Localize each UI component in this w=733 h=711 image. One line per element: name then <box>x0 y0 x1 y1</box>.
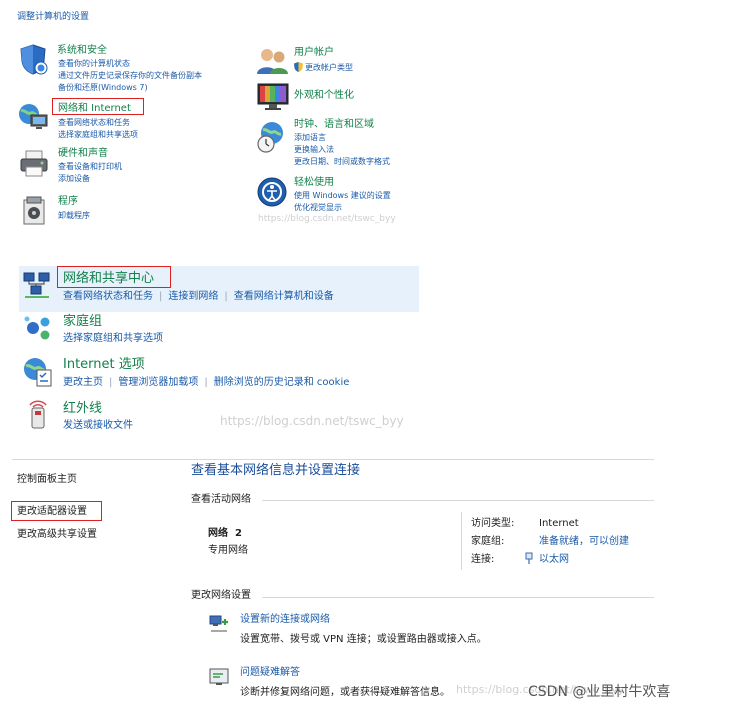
category-clock-language-region[interactable]: 时钟、语言和区域 <box>294 118 374 131</box>
separator: | <box>109 377 113 388</box>
change-settings-rule <box>262 597 654 598</box>
ethernet-icon <box>525 552 533 564</box>
watermark-middle: https://blog.csdn.net/tswc_byy <box>220 414 404 428</box>
sidebar-change-advanced-sharing[interactable]: 更改高级共享设置 <box>17 528 97 541</box>
connection-label: 连接: <box>471 554 495 565</box>
link-uninstall-program[interactable]: 卸载程序 <box>58 210 90 221</box>
item-internet-options[interactable]: Internet 选项 <box>63 357 145 373</box>
separator: | <box>159 291 163 302</box>
link-add-language[interactable]: 添加语言 <box>294 132 326 143</box>
network-globe-icon <box>19 104 48 129</box>
top-title: 调整计算机的设置 <box>17 12 90 22</box>
row-links-infrared: 发送或接收文件 <box>63 419 133 432</box>
link-homegroup-sharing[interactable]: 选择家庭组和共享选项 <box>58 129 138 140</box>
network-details-divider <box>461 512 462 570</box>
change-settings-label: 更改网络设置 <box>191 590 251 601</box>
new-connection-icon <box>209 615 228 632</box>
active-networks-rule <box>262 500 654 501</box>
link-change-date-time-format[interactable]: 更改日期、时间或数字格式 <box>294 156 390 167</box>
programs-icon <box>23 196 45 225</box>
link-devices-printers[interactable]: 查看设备和打印机 <box>58 161 122 172</box>
separator: | <box>204 377 208 388</box>
users-icon <box>257 49 288 74</box>
network-sharing-center-icon <box>23 272 50 298</box>
link-backup-restore[interactable]: 备份和还原(Windows 7) <box>58 82 148 93</box>
monitor-icon <box>257 83 289 110</box>
network-type: 专用网络 <box>208 545 248 556</box>
network-name: 网络 2 <box>208 528 242 539</box>
row-links-internet-options: 更改主页 | 管理浏览器加载项 | 删除浏览的历史记录和 cookie <box>63 376 349 389</box>
shield-icon <box>20 44 48 75</box>
ease-of-access-icon <box>257 177 287 207</box>
page-heading: 查看基本网络信息并设置连接 <box>191 463 361 478</box>
separator: | <box>224 291 228 302</box>
csdn-credit: CSDN @业里村牛欢喜 <box>528 684 671 700</box>
link-view-network-status[interactable]: 查看网络状态和任务 <box>63 291 153 302</box>
sidebar-control-panel-home[interactable]: 控制面板主页 <box>17 473 77 486</box>
access-type-label: 访问类型: <box>471 518 515 529</box>
action-troubleshoot-desc: 诊断并修复网络问题，或者获得疑难解答信息。 <box>240 687 450 698</box>
link-change-account-type[interactable]: 更改帐户类型 <box>305 62 353 73</box>
row-links-network-sharing-center: 查看网络状态和任务 | 连接到网络 | 查看网络计算机和设备 <box>63 290 334 303</box>
item-infrared[interactable]: 红外线 <box>63 401 102 417</box>
access-type-value: Internet <box>539 518 579 529</box>
link-delete-browsing-history[interactable]: 删除浏览的历史记录和 cookie <box>214 377 350 388</box>
action-setup-new-connection[interactable]: 设置新的连接或网络 <box>240 613 330 626</box>
internet-options-icon <box>24 358 52 387</box>
link-manage-addons[interactable]: 管理浏览器加载项 <box>118 377 198 388</box>
highlight-network-sharing-center <box>57 266 171 288</box>
infrared-icon <box>29 400 47 429</box>
row-links-homegroup: 选择家庭组和共享选项 <box>63 332 163 345</box>
category-system-security[interactable]: 系统和安全 <box>57 44 107 57</box>
troubleshoot-icon <box>209 668 229 685</box>
highlight-change-adapter-settings <box>11 501 102 521</box>
active-networks-label: 查看活动网络 <box>191 494 251 505</box>
category-programs[interactable]: 程序 <box>58 195 78 208</box>
clock-globe-icon <box>257 122 283 153</box>
link-file-history-backup[interactable]: 通过文件历史记录保存你的文件备份副本 <box>58 70 202 81</box>
action-setup-new-connection-desc: 设置宽带、拨号或 VPN 连接；或设置路由器或接入点。 <box>240 634 487 645</box>
homegroup-icon <box>24 316 50 340</box>
link-network-status-tasks[interactable]: 查看网络状态和任务 <box>58 117 130 128</box>
homegroup-value[interactable]: 准备就绪，可以创建 <box>539 535 629 548</box>
link-view-network-computers[interactable]: 查看网络计算机和设备 <box>234 291 334 302</box>
link-change-homepage[interactable]: 更改主页 <box>63 377 103 388</box>
category-ease-of-access[interactable]: 轻松使用 <box>294 176 334 189</box>
connection-value[interactable]: 以太网 <box>539 553 569 566</box>
link-view-computer-status[interactable]: 查看你的计算机状态 <box>58 58 130 69</box>
link-change-input-method[interactable]: 更换输入法 <box>294 144 334 155</box>
link-optimize-visual-display[interactable]: 优化视觉显示 <box>294 202 342 213</box>
category-hardware-sound[interactable]: 硬件和声音 <box>58 147 108 160</box>
link-homegroup-sharing-options[interactable]: 选择家庭组和共享选项 <box>63 333 163 344</box>
link-windows-recommended-settings[interactable]: 使用 Windows 建议的设置 <box>294 190 391 201</box>
item-homegroup[interactable]: 家庭组 <box>63 314 102 330</box>
printer-icon <box>20 150 48 177</box>
action-troubleshoot[interactable]: 问题疑难解答 <box>240 666 300 679</box>
homegroup-label: 家庭组: <box>471 536 505 547</box>
category-user-accounts[interactable]: 用户帐户 <box>294 46 334 59</box>
link-connect-to-network[interactable]: 连接到网络 <box>168 291 218 302</box>
link-add-device[interactable]: 添加设备 <box>58 173 90 184</box>
uac-shield-icon <box>294 62 303 72</box>
watermark-top: https://blog.csdn.net/tswc_byy <box>258 214 396 224</box>
link-send-receive-files[interactable]: 发送或接收文件 <box>63 420 133 431</box>
highlight-network-internet <box>52 98 144 115</box>
category-appearance[interactable]: 外观和个性化 <box>294 89 354 102</box>
section-divider <box>12 459 654 460</box>
